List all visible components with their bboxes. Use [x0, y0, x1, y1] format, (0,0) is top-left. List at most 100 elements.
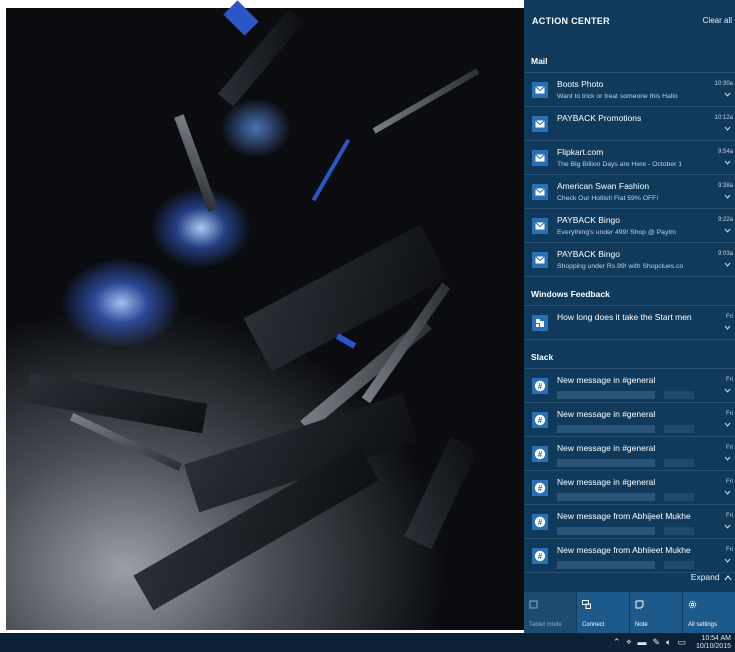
chevron-up-icon[interactable]: ⌃ — [613, 633, 621, 652]
notification-item[interactable]: # New message in #general Fri — [524, 437, 735, 471]
chevron-down-icon[interactable] — [724, 455, 731, 462]
expand-button[interactable]: Expand — [691, 572, 732, 582]
group-windows-feedback: Windows Feedback How long does it take th… — [524, 277, 735, 340]
notification-title: PAYBACK Bingo — [557, 215, 620, 225]
pen-icon[interactable]: ✎ — [652, 633, 660, 652]
notification-time: Fri — [726, 513, 733, 519]
feedback-icon — [532, 315, 548, 331]
group-title[interactable]: Windows Feedback — [524, 277, 735, 306]
notification-item[interactable]: PAYBACK Bingo Shopping under Rs.99! with … — [524, 243, 735, 277]
svg-text:#: # — [538, 484, 543, 493]
chevron-down-icon[interactable] — [724, 387, 731, 394]
tile-label: Connect — [582, 622, 605, 628]
expand-label: Expand — [690, 572, 720, 582]
group-mail: Mail Boots Photo Want to trick or treat so… — [524, 44, 735, 277]
notification-title: Flipkart.com — [557, 147, 604, 157]
tile-label: Tablet mode — [529, 622, 562, 628]
tile-note[interactable]: Note — [630, 592, 682, 633]
chevron-down-icon[interactable] — [724, 125, 731, 132]
volume-icon[interactable]: 🔈︎ — [666, 633, 671, 652]
notification-time: Fri — [726, 547, 733, 553]
chevron-down-icon[interactable] — [724, 261, 731, 268]
notification-time: Fri — [726, 377, 733, 383]
tile-connect[interactable]: Connect — [577, 592, 629, 633]
redacted-preview — [664, 459, 694, 467]
notification-item[interactable]: PAYBACK Bingo Everything's under 499! Sho… — [524, 209, 735, 243]
clock[interactable]: 10:54 AM 10/10/2015 — [696, 635, 731, 651]
notification-item[interactable]: # New message in #general Fri — [524, 403, 735, 437]
notification-item[interactable]: # New message from Abhiieet Mukhe Fri — [524, 539, 735, 573]
notification-body: Shopping under Rs.99! with Shopclues.co — [557, 263, 684, 270]
notification-item[interactable]: # New message in #general Fri — [524, 369, 735, 403]
notification-item[interactable]: # New message from Abhijeet Mukhe Fri — [524, 505, 735, 539]
chevron-down-icon[interactable] — [724, 227, 731, 234]
connect-icon — [582, 596, 591, 609]
redacted-preview — [557, 391, 655, 399]
notification-item[interactable]: American Swan Fashion Check Our Hotlist! … — [524, 175, 735, 209]
action-center-header: ACTION CENTER Clear all — [524, 0, 735, 44]
redacted-preview — [664, 561, 694, 569]
notification-item[interactable]: Boots Photo Want to trick or treat someon… — [524, 73, 735, 107]
notification-time: 9:22a — [717, 217, 733, 223]
redacted-preview — [664, 391, 694, 399]
chevron-up-icon — [724, 574, 732, 581]
notification-time: Fri — [726, 479, 733, 485]
chevron-down-icon[interactable] — [724, 523, 731, 530]
notification-body: Check Our Hotlist! Flat 59% OFF! — [557, 195, 659, 202]
svg-text:#: # — [538, 518, 543, 527]
notification-title: PAYBACK Promotions — [557, 113, 642, 123]
mail-icon — [532, 252, 548, 268]
redacted-preview — [664, 425, 694, 433]
notification-icon[interactable]: ▭ — [677, 633, 686, 652]
action-center-title: ACTION CENTER — [532, 16, 610, 26]
svg-text:#: # — [538, 552, 543, 561]
tile-tablet-mode[interactable]: Tablet mode — [524, 592, 576, 633]
clock-time: 10:54 AM — [701, 634, 731, 642]
notification-title: PAYBACK Bingo — [557, 249, 620, 259]
slack-icon: # — [532, 446, 548, 462]
notification-item[interactable]: PAYBACK Promotions 10:12a — [524, 107, 735, 141]
slack-icon: # — [532, 548, 548, 564]
group-title[interactable]: Slack — [524, 340, 735, 369]
notification-time: 10:12a — [714, 115, 733, 121]
slack-icon: # — [532, 378, 548, 394]
svg-text:#: # — [538, 416, 543, 425]
notification-body: Want to trick or treat someone this Hall… — [557, 93, 678, 100]
notification-title: How long does it take the Start men — [557, 312, 692, 322]
mail-icon — [532, 184, 548, 200]
slack-icon: # — [532, 480, 548, 496]
network-icon[interactable]: ⌖ — [626, 633, 631, 652]
wallpaper-image — [6, 0, 526, 630]
chevron-down-icon[interactable] — [724, 159, 731, 166]
system-tray: ⌃ ⌖ ▬ ✎ 🔈︎ ▭ 10:54 AM 10/10/2015 — [613, 633, 731, 652]
notification-item[interactable]: Flipkart.com The Big Billion Days are Her… — [524, 141, 735, 175]
clear-all-button[interactable]: Clear all — [703, 16, 732, 25]
chevron-down-icon[interactable] — [724, 557, 731, 564]
notification-body: Everything's under 499! Shop @ Paytm — [557, 229, 676, 236]
mail-icon — [532, 218, 548, 234]
mail-icon — [532, 150, 548, 166]
notification-time: 9:03a — [717, 251, 733, 257]
redacted-preview — [557, 493, 655, 501]
chevron-down-icon[interactable] — [724, 421, 731, 428]
taskbar: ⌃ ⌖ ▬ ✎ 🔈︎ ▭ 10:54 AM 10/10/2015 — [0, 633, 735, 652]
notification-title: New message in #general — [557, 477, 656, 487]
slack-icon: # — [532, 514, 548, 530]
chevron-down-icon[interactable] — [724, 489, 731, 496]
notification-time: 10:30a — [714, 81, 733, 87]
tile-all-settings[interactable]: All settings — [683, 592, 735, 633]
notification-time: Fri — [726, 411, 733, 417]
note-icon — [635, 596, 644, 609]
mail-icon — [532, 82, 548, 98]
mail-icon — [532, 116, 548, 132]
notification-time: 9:54a — [717, 149, 733, 155]
action-center-panel: ACTION CENTER Clear all Mail Boots Photo W… — [524, 0, 735, 633]
notification-time: 9:38a — [717, 183, 733, 189]
battery-icon[interactable]: ▬ — [637, 633, 646, 652]
chevron-down-icon[interactable] — [724, 324, 731, 331]
chevron-down-icon[interactable] — [724, 193, 731, 200]
notification-item[interactable]: How long does it take the Start men Fri — [524, 306, 735, 340]
group-title[interactable]: Mail — [524, 44, 735, 73]
chevron-down-icon[interactable] — [724, 91, 731, 98]
notification-item[interactable]: # New message in #general Fri — [524, 471, 735, 505]
